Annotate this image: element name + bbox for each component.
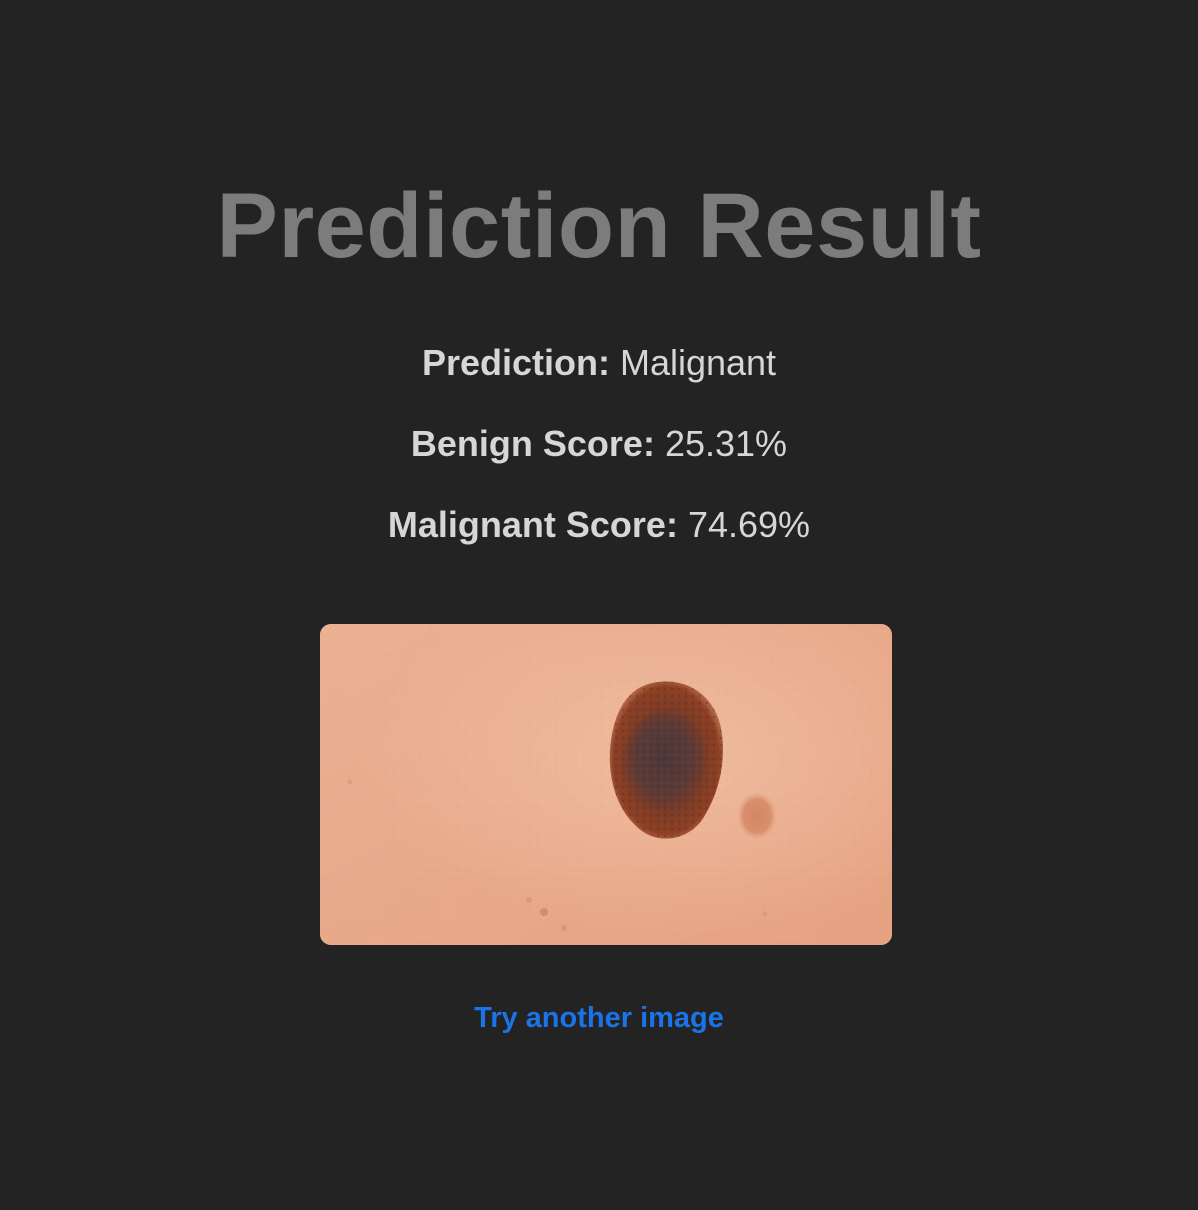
malignant-score-line: Malignant Score: 74.69% xyxy=(0,503,1198,547)
malignant-score-value: 74.69% xyxy=(687,504,811,545)
result-page: Prediction Result Prediction: Malignant … xyxy=(0,0,1198,1210)
prediction-label: Prediction: xyxy=(421,342,610,383)
try-another-image-link[interactable]: Try another image xyxy=(474,1002,724,1034)
prediction-line: Prediction: Malignant xyxy=(0,341,1198,385)
malignant-score-label: Malignant Score: xyxy=(387,504,678,545)
benign-score-value: 25.31% xyxy=(664,423,788,464)
benign-score-line: Benign Score: 25.31% xyxy=(0,422,1198,466)
benign-score-label: Benign Score: xyxy=(410,423,655,464)
try-another-container: Try another image xyxy=(0,998,1198,1038)
skin-lesion-illustration xyxy=(320,624,892,945)
uploaded-skin-lesion-image xyxy=(320,624,892,945)
prediction-value: Malignant xyxy=(619,342,777,383)
page-title: Prediction Result xyxy=(216,175,982,277)
